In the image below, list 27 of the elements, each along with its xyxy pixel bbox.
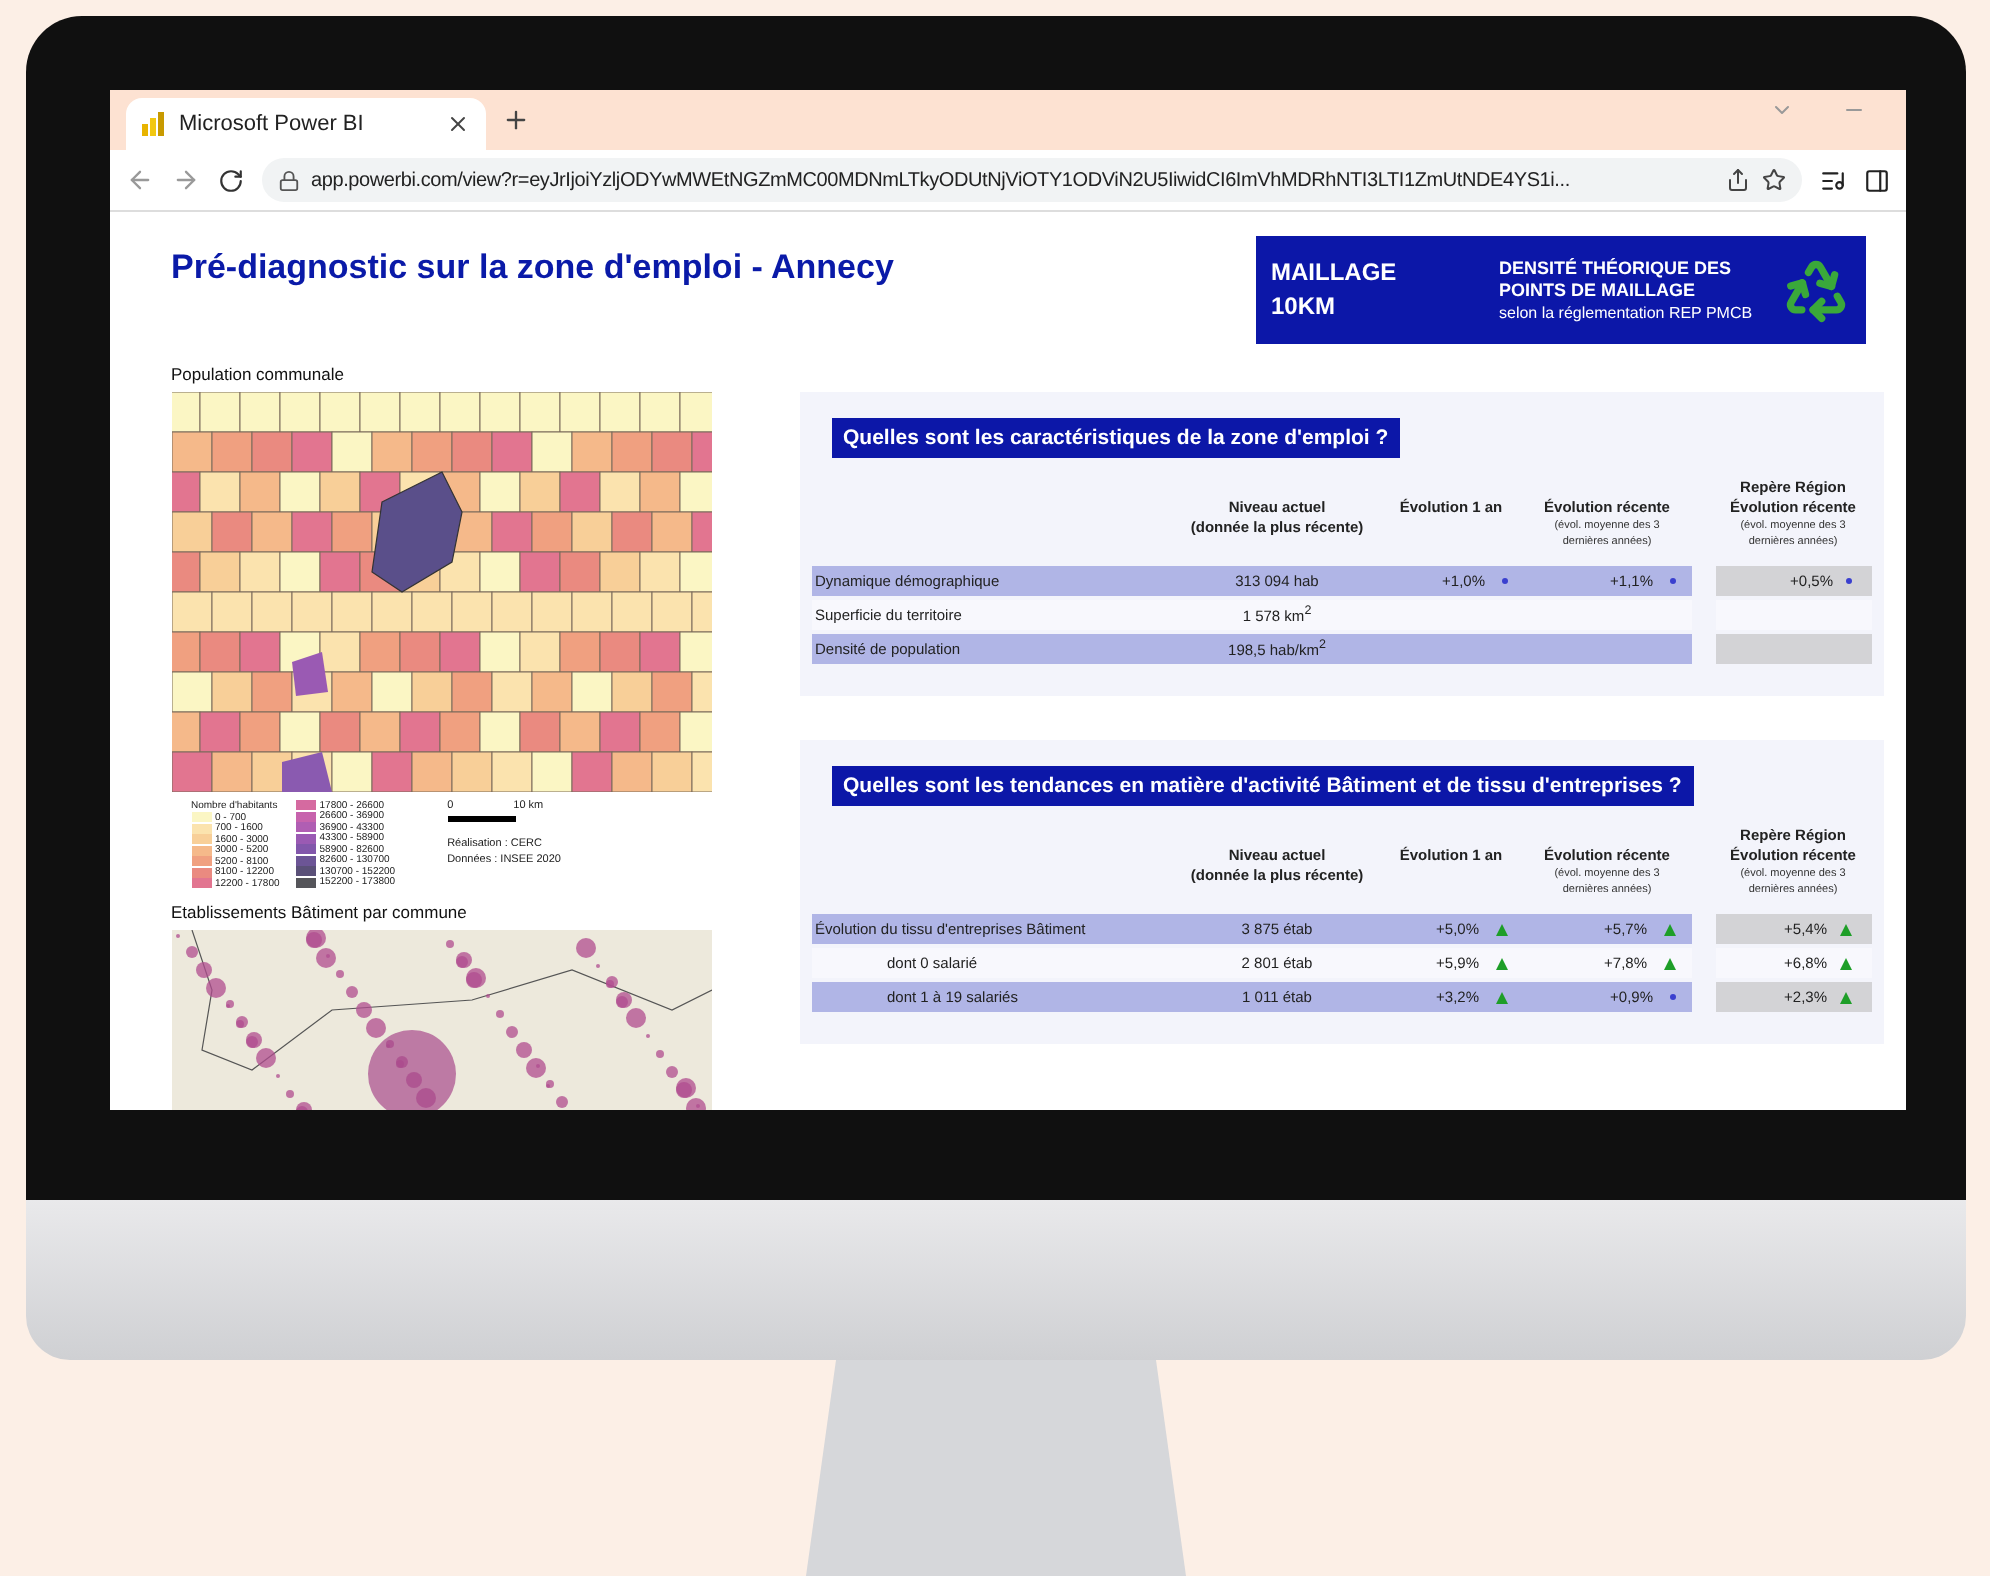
star-icon[interactable] bbox=[1761, 168, 1785, 192]
forward-icon[interactable] bbox=[171, 166, 199, 194]
address-field[interactable]: app.powerbi.com/view?r=eyJrIjoiYzljODYwMWEtNGZmMC00MDNmLTkyODUtNjViOTY1ODViN2U5IiwidCI6ImVhMDRhNTI3LTI1ZmUtNDE4YS1i... bbox=[261, 158, 1801, 202]
reload-icon[interactable] bbox=[217, 167, 243, 193]
banner-subtitle: selon la réglementation REP PMCB bbox=[1499, 301, 1753, 323]
banner-label: 10KM bbox=[1271, 290, 1338, 324]
banner-label: MAILLAGE bbox=[1271, 256, 1399, 290]
recycle-icon bbox=[1781, 256, 1849, 324]
bar-chart-logo-icon bbox=[141, 112, 163, 136]
lock-icon bbox=[277, 169, 299, 191]
report-title: Pré-diagnostic sur la zone d'emploi - Annecy bbox=[171, 248, 894, 288]
tab-title: Microsoft Power BI bbox=[179, 112, 366, 136]
banner-title: POINTS DE MAILLAGE bbox=[1499, 279, 1698, 301]
new-tab-icon[interactable] bbox=[501, 106, 529, 134]
back-icon[interactable] bbox=[125, 166, 153, 194]
section-title: Quelles sont les caractéristiques de la zone d'emploi ? bbox=[831, 418, 1401, 458]
url-text: app.powerbi.com/view?r=eyJrIjoiYzljODYwMWEtNGZmMC00MDNmLTkyODUtNjViOTY1ODViN2U5IiwidCI6ImVhMDRhNTI3LTI1ZmUtNDE4YS1i... bbox=[311, 169, 1572, 191]
browser-tab[interactable]: Microsoft Power BI bbox=[125, 98, 485, 150]
scale-bar bbox=[447, 816, 516, 822]
map-title: Population communale bbox=[171, 364, 346, 384]
close-icon[interactable] bbox=[445, 112, 469, 136]
side-panel-icon[interactable] bbox=[1863, 167, 1889, 193]
media-list-icon[interactable] bbox=[1819, 167, 1845, 193]
section-title: Quelles sont les tendances en matière d'activité Bâtiment et de tissu d'entreprises ? bbox=[831, 766, 1694, 806]
banner-title: DENSITÉ THÉORIQUE DES bbox=[1499, 257, 1734, 279]
map-title: Etablissements Bâtiment par commune bbox=[171, 901, 469, 921]
share-icon[interactable] bbox=[1725, 168, 1749, 192]
